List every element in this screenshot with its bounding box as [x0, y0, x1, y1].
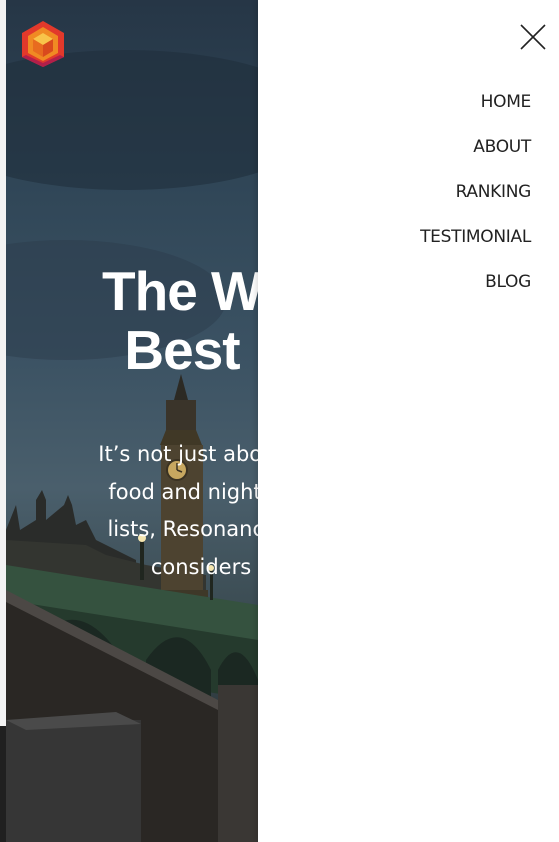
main-menu: HOME ABOUT RANKING TESTIMONIAL BLOG	[420, 90, 531, 315]
menu-item-home[interactable]: HOME	[420, 90, 532, 114]
brand-logo-icon[interactable]	[20, 19, 66, 69]
menu-item-blog[interactable]: BLOG	[420, 270, 531, 294]
menu-item-about[interactable]: ABOUT	[420, 135, 531, 159]
navigation-drawer: HOME ABOUT RANKING TESTIMONIAL BLOG	[258, 0, 559, 842]
close-icon[interactable]	[519, 23, 547, 51]
menu-item-ranking[interactable]: RANKING	[420, 180, 532, 204]
menu-item-testimonial[interactable]: TESTIMONIAL	[420, 225, 531, 249]
